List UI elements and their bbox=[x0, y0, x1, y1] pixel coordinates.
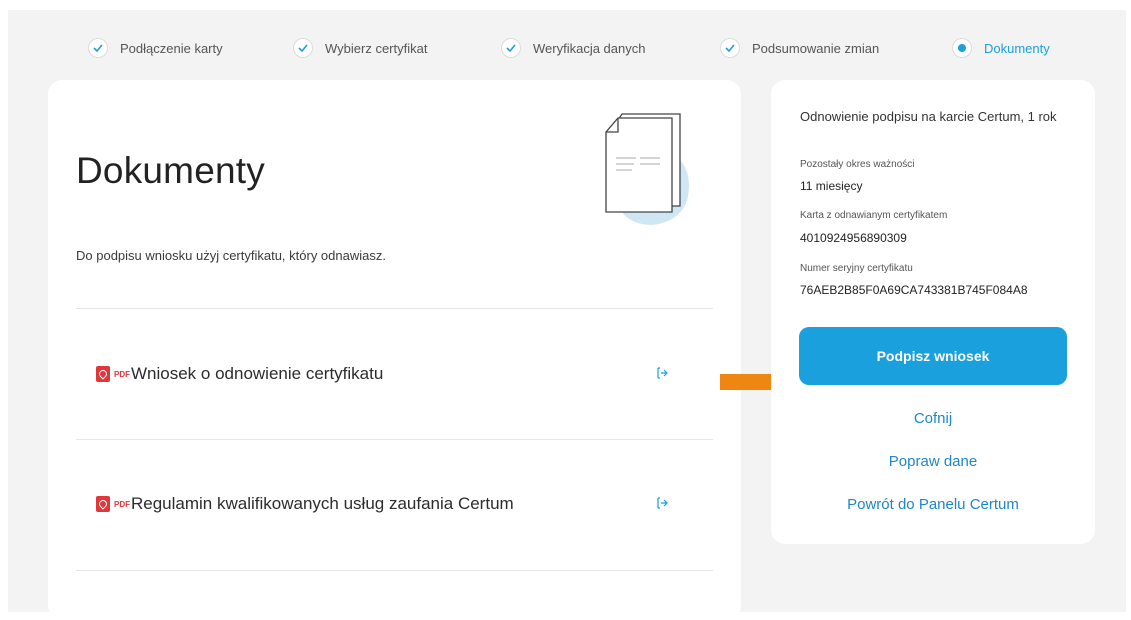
validity-value: 11 miesięcy bbox=[800, 179, 863, 193]
divider bbox=[76, 308, 713, 309]
page-title: Dokumenty bbox=[76, 150, 265, 191]
back-link[interactable]: Cofnij bbox=[771, 410, 1095, 427]
card-label: Karta z odnawianym certyfikatem bbox=[800, 210, 948, 221]
pdf-icon bbox=[96, 496, 110, 512]
page-description: Do podpisu wniosku użyj certyfikatu, któ… bbox=[76, 248, 386, 263]
document-row-regulamin[interactable]: PDF Regulamin kwalifikowanych usług zauf… bbox=[76, 484, 713, 524]
document-illustration bbox=[598, 106, 718, 236]
check-icon bbox=[293, 38, 313, 58]
external-link-icon[interactable] bbox=[655, 496, 669, 515]
pdf-tag: PDF bbox=[114, 499, 130, 509]
check-icon bbox=[88, 38, 108, 58]
step-label: Podsumowanie zmian bbox=[752, 40, 880, 56]
check-icon bbox=[501, 38, 521, 58]
document-row-wniosek[interactable]: PDF Wniosek o odnowienie certyfikatu bbox=[76, 354, 713, 394]
card-value: 4010924956890309 bbox=[800, 231, 907, 245]
return-to-panel-link[interactable]: Powrót do Panelu Certum bbox=[771, 496, 1095, 513]
serial-label: Numer seryjny certyfikatu bbox=[800, 263, 913, 274]
validity-label: Pozostały okres ważności bbox=[800, 159, 915, 170]
step-podsumowanie-zmian[interactable]: Podsumowanie zmian bbox=[720, 36, 879, 60]
summary-title: Odnowienie podpisu na karcie Certum, 1 r… bbox=[800, 109, 1057, 124]
document-link[interactable]: Wniosek o odnowienie certyfikatu bbox=[131, 364, 383, 384]
step-wybierz-certyfikat[interactable]: Wybierz certyfikat bbox=[293, 36, 427, 60]
progress-stepper: Podłączenie karty Wybierz certyfikat Wer… bbox=[0, 36, 1131, 60]
document-link[interactable]: Regulamin kwalifikowanych usług zaufania… bbox=[131, 494, 514, 514]
divider bbox=[76, 570, 713, 571]
step-label: Podłączenie karty bbox=[120, 40, 223, 56]
step-dokumenty: Dokumenty bbox=[952, 36, 1050, 60]
step-weryfikacja-danych[interactable]: Weryfikacja danych bbox=[501, 36, 645, 60]
external-link-icon[interactable] bbox=[655, 366, 669, 385]
step-label: Dokumenty bbox=[984, 40, 1050, 56]
step-label: Weryfikacja danych bbox=[533, 40, 646, 56]
sign-application-button[interactable]: Podpisz wniosek bbox=[799, 327, 1067, 385]
step-label: Wybierz certyfikat bbox=[325, 40, 428, 56]
documents-card: Dokumenty Do podpisu wniosku użyj certyf… bbox=[48, 80, 741, 620]
divider bbox=[76, 439, 713, 440]
step-podlaczenie-karty[interactable]: Podłączenie karty bbox=[88, 36, 223, 60]
check-icon bbox=[720, 38, 740, 58]
fix-data-link[interactable]: Popraw dane bbox=[771, 453, 1095, 470]
pdf-icon bbox=[96, 366, 110, 382]
summary-card: Odnowienie podpisu na karcie Certum, 1 r… bbox=[771, 80, 1095, 544]
active-step-icon bbox=[952, 38, 972, 58]
pdf-tag: PDF bbox=[114, 369, 130, 379]
serial-value: 76AEB2B85F0A69CA743381B745F084A8 bbox=[800, 283, 1028, 297]
